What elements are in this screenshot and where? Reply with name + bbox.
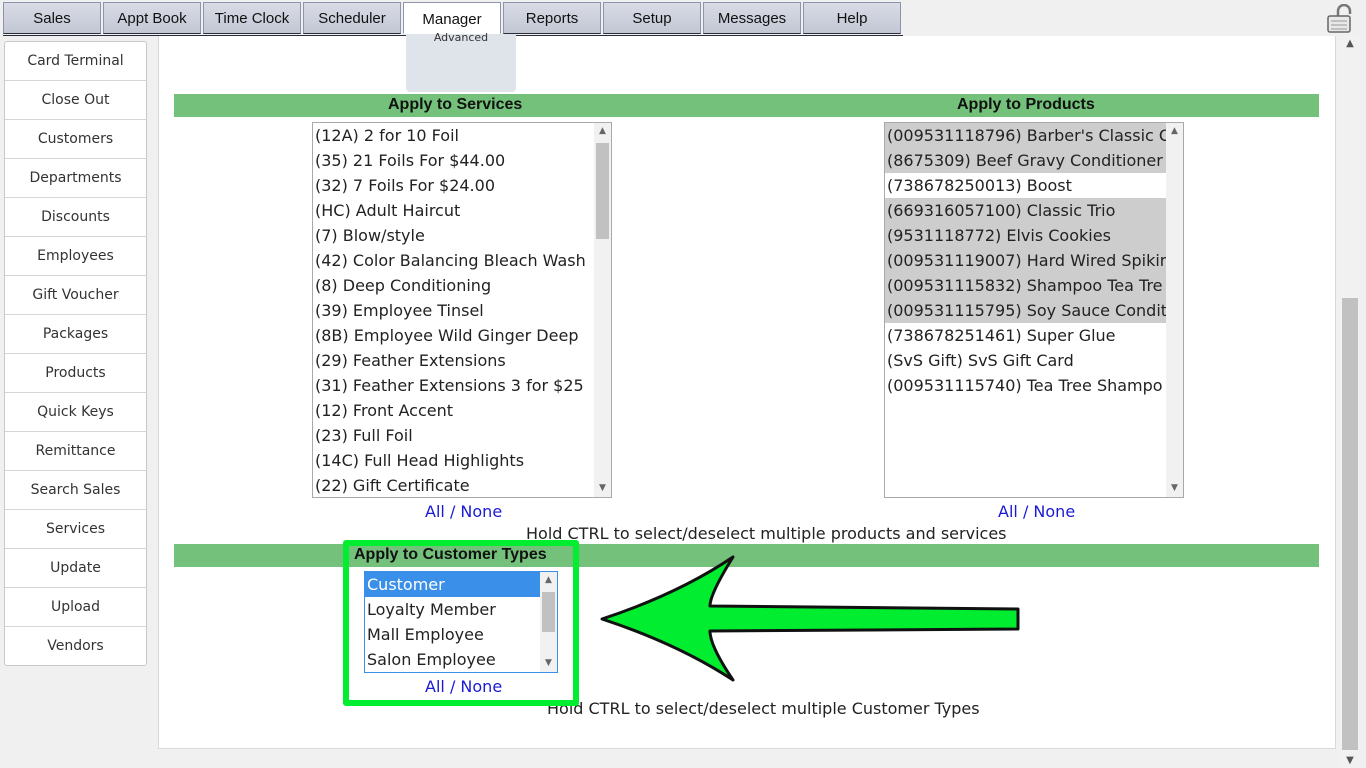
sidebar-item-products[interactable]: Products <box>5 354 146 393</box>
subtab-advanced[interactable]: Advanced <box>406 31 516 92</box>
list-option[interactable]: (35) 21 Foils For $44.00 <box>313 148 611 173</box>
products-listbox[interactable]: (009531118796) Barber's Classic C (867530… <box>884 122 1184 498</box>
sidebar-item-services[interactable]: Services <box>5 510 146 549</box>
list-option[interactable]: (738678250013) Boost <box>885 173 1183 198</box>
list-option[interactable]: (009531115795) Soy Sauce Condit <box>885 298 1183 323</box>
services-all-none: All / None <box>425 502 502 521</box>
tab-label: Scheduler <box>318 9 386 27</box>
sidebar-item-employees[interactable]: Employees <box>5 237 146 276</box>
tab-time-clock[interactable]: Time Clock <box>203 2 301 34</box>
products-scrollbar[interactable]: ▲ ▼ <box>1166 123 1183 497</box>
tab-sales[interactable]: Sales <box>3 2 101 34</box>
list-option[interactable]: (HC) Adult Haircut <box>313 198 611 223</box>
services-scrollbar[interactable]: ▲ ▼ <box>594 123 611 497</box>
list-option[interactable]: (009531119007) Hard Wired Spikin <box>885 248 1183 273</box>
list-option[interactable]: (SvS Gift) SvS Gift Card <box>885 348 1183 373</box>
tab-label: Time Clock <box>214 9 290 27</box>
list-option[interactable]: (009531115832) Shampoo Tea Tre <box>885 273 1183 298</box>
scroll-down-icon[interactable]: ▼ <box>1340 755 1360 766</box>
list-option[interactable]: (23) Full Foil <box>313 423 611 448</box>
scroll-up-icon[interactable]: ▲ <box>1340 38 1360 49</box>
scroll-down-icon[interactable]: ▼ <box>1166 480 1183 497</box>
list-option[interactable]: (29) Feather Extensions <box>313 348 611 373</box>
scroll-thumb[interactable] <box>596 143 609 239</box>
list-option[interactable]: (12) Front Accent <box>313 398 611 423</box>
products-none-link[interactable]: None <box>1033 502 1075 521</box>
sidebar-item-remittance[interactable]: Remittance <box>5 432 146 471</box>
section-bar-services-products <box>174 94 1319 117</box>
list-option[interactable]: (8B) Employee Wild Ginger Deep <box>313 323 611 348</box>
products-hint: Hold CTRL to select/deselect multiple pr… <box>526 524 1007 543</box>
sidebar: Card Terminal Close Out Customers Depart… <box>4 41 147 666</box>
scroll-down-icon[interactable]: ▼ <box>594 480 611 497</box>
subtab-label: Advanced <box>433 31 489 44</box>
sidebar-item-customers[interactable]: Customers <box>5 120 146 159</box>
highlight-box <box>343 540 579 706</box>
list-option[interactable]: (31) Feather Extensions 3 for $25 <box>313 373 611 398</box>
tab-appt-book[interactable]: Appt Book <box>103 2 201 34</box>
tab-label: Reports <box>525 9 579 27</box>
services-listbox[interactable]: (12A) 2 for 10 Foil (35) 21 Foils For $44… <box>312 122 612 498</box>
products-title: Apply to Products <box>957 96 1095 113</box>
scroll-up-icon[interactable]: ▲ <box>1166 123 1183 140</box>
sidebar-item-discounts[interactable]: Discounts <box>5 198 146 237</box>
sidebar-item-gift-voucher[interactable]: Gift Voucher <box>5 276 146 315</box>
services-title: Apply to Services <box>388 96 523 113</box>
list-option[interactable]: (39) Employee Tinsel <box>313 298 611 323</box>
services-all-link[interactable]: All <box>425 502 445 521</box>
tab-setup[interactable]: Setup <box>603 2 701 34</box>
tab-help[interactable]: Help <box>803 2 901 34</box>
tab-label: Messages <box>717 9 787 27</box>
tab-reports[interactable]: Reports <box>503 2 601 34</box>
list-option[interactable]: (8675309) Beef Gravy Conditioner <box>885 148 1183 173</box>
tab-label: Sales <box>33 9 71 27</box>
tab-label: Help <box>836 9 868 27</box>
sidebar-item-card-terminal[interactable]: Card Terminal <box>5 42 146 81</box>
services-options: (12A) 2 for 10 Foil (35) 21 Foils For $44… <box>313 123 611 497</box>
tab-label: Setup <box>632 9 672 27</box>
sidebar-item-close-out[interactable]: Close Out <box>5 81 146 120</box>
list-option[interactable]: (009531115740) Tea Tree Shampo <box>885 373 1183 398</box>
list-option[interactable]: (738678251461) Super Glue <box>885 323 1183 348</box>
scroll-up-icon[interactable]: ▲ <box>594 123 611 140</box>
sidebar-item-quick-keys[interactable]: Quick Keys <box>5 393 146 432</box>
tab-manager[interactable]: Manager <box>403 2 501 34</box>
tab-label: Manager <box>422 10 482 28</box>
arrow-left-icon <box>600 555 1020 682</box>
sidebar-item-update[interactable]: Update <box>5 549 146 588</box>
page-scrollbar[interactable]: ▲ ▼ <box>1340 36 1360 768</box>
list-option[interactable]: (32) 7 Foils For $24.00 <box>313 173 611 198</box>
list-option[interactable]: (42) Color Balancing Bleach Wash <box>313 248 611 273</box>
list-option[interactable]: (8) Deep Conditioning <box>313 273 611 298</box>
list-option[interactable]: (14C) Full Head Highlights <box>313 448 611 473</box>
separator: / <box>449 502 456 521</box>
list-option[interactable]: (7) Blow/style <box>313 223 611 248</box>
sidebar-item-upload[interactable]: Upload <box>5 588 146 627</box>
separator: / <box>1022 502 1029 521</box>
lock-icon[interactable] <box>1325 3 1355 34</box>
sidebar-item-packages[interactable]: Packages <box>5 315 146 354</box>
services-none-link[interactable]: None <box>460 502 502 521</box>
list-option[interactable]: (009531118796) Barber's Classic C <box>885 123 1183 148</box>
sidebar-item-departments[interactable]: Departments <box>5 159 146 198</box>
list-option[interactable]: (669316057100) Classic Trio <box>885 198 1183 223</box>
list-option[interactable]: (9531118772) Elvis Cookies <box>885 223 1183 248</box>
products-all-none: All / None <box>998 502 1075 521</box>
tab-label: Appt Book <box>117 9 187 27</box>
products-options: (009531118796) Barber's Classic C (867530… <box>885 123 1183 398</box>
sidebar-item-vendors[interactable]: Vendors <box>5 627 146 665</box>
products-all-link[interactable]: All <box>998 502 1018 521</box>
list-option[interactable]: (22) Gift Certificate <box>313 473 611 497</box>
sidebar-item-search-sales[interactable]: Search Sales <box>5 471 146 510</box>
list-option[interactable]: (12A) 2 for 10 Foil <box>313 123 611 148</box>
customer-types-hint: Hold CTRL to select/deselect multiple Cu… <box>547 699 980 718</box>
page-scroll-thumb[interactable] <box>1342 298 1358 750</box>
tab-messages[interactable]: Messages <box>703 2 801 34</box>
tab-scheduler[interactable]: Scheduler <box>303 2 401 34</box>
